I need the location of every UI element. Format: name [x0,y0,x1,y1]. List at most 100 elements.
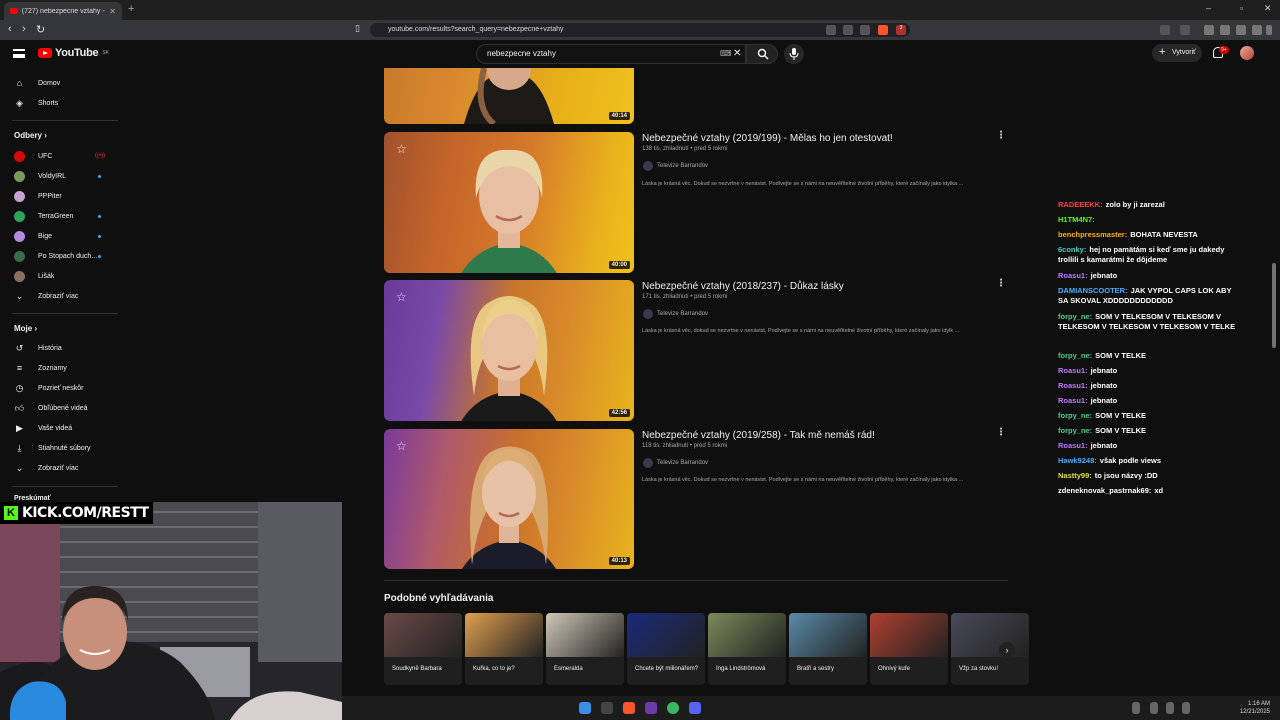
voice-search-button[interactable] [784,44,804,64]
video-title[interactable]: Nebezpečné vztahy (2019/258) - Tak mě ne… [642,430,875,441]
chat-username[interactable]: Roasu1: [1058,396,1088,405]
sidebar-show-more-you[interactable]: ⌄ Zobraziť viac [0,458,118,478]
sidebar-item-voldyirl[interactable]: VoldyIRL [0,166,118,186]
sidebar-item-shorts[interactable]: ◈ Shorts [0,93,118,113]
new-tab-icon[interactable]: + [128,3,134,15]
channel-name[interactable]: Televize Barrandov [657,460,708,466]
chat-username[interactable]: forpy_ne: [1058,351,1092,360]
related-search-card[interactable]: Ohnivý kuře [870,613,948,685]
sidebar-item-pppiter[interactable]: PPPiter [0,186,118,206]
video-thumbnail[interactable]: 40:14 [384,68,634,124]
hamburger-menu-icon[interactable] [13,49,25,58]
mic-tray-icon[interactable] [1150,702,1158,714]
you-heading[interactable]: Moje › [14,324,37,333]
create-button[interactable]: Vytvoriť [1152,43,1202,62]
page-scrollbar[interactable] [1272,68,1276,696]
extension-badge-icon[interactable]: 3 [896,25,906,35]
sidebar-item-lisak[interactable]: Lišák [0,266,118,286]
chat-username[interactable]: Roasu1: [1058,366,1088,375]
clear-search-icon[interactable]: ✕ [733,45,741,63]
discord-icon[interactable] [689,702,701,714]
wallet-icon[interactable] [1180,25,1190,35]
minimize-icon[interactable]: – [1206,3,1211,13]
app-icon[interactable] [667,702,679,714]
chat-username[interactable]: Roasu1: [1058,271,1088,280]
related-search-card[interactable]: Kuřka, co to je? [465,613,543,685]
share-icon[interactable] [860,25,870,35]
task-view-icon[interactable] [601,702,613,714]
close-tab-icon[interactable]: ✕ [109,7,116,16]
sidebar-show-more-subs[interactable]: ⌄ Zobraziť viac [0,286,118,306]
start-icon[interactable] [579,702,591,714]
chat-username[interactable]: forpy_ne: [1058,411,1092,420]
sidebar-item-history[interactable]: ↺ História [0,338,118,358]
keyboard-icon[interactable]: ⌨ [720,45,732,63]
maximize-icon[interactable]: ▫ [1240,3,1243,13]
chat-username[interactable]: 6conky: [1058,245,1086,254]
translate-icon[interactable] [843,25,853,35]
browser-tab[interactable]: (727) nebezpecne vztahy - YouTube ✕ [4,2,122,20]
related-search-card[interactable]: Bratři a sestry [789,613,867,685]
bookmark-icon[interactable]: ▯ [355,23,360,34]
sidebar-item-watch-later[interactable]: ◷ Pozrieť neskôr [0,378,118,398]
chat-username[interactable]: Hawk9248: [1058,456,1097,465]
related-search-card[interactable]: Soudkyně Barbara [384,613,462,685]
chat-username[interactable]: RADEEEKK: [1058,200,1103,209]
channel-avatar[interactable] [643,309,653,319]
reload-icon[interactable]: ↻ [36,23,45,36]
sidebar-item-home[interactable]: ⌂ Domov [0,73,118,93]
channel-name[interactable]: Televize Barrandov [657,163,708,169]
related-search-card[interactable]: Inga Lindströmová [708,613,786,685]
more-actions-icon[interactable]: ⋮ [996,427,1006,438]
volume-icon[interactable] [1182,702,1190,714]
vpn-icon[interactable] [1252,25,1262,35]
sidebar-item-your-videos[interactable]: ▶ Vaše videá [0,418,118,438]
sidebar-item-ufc[interactable]: UFC ((•)) [0,146,118,166]
chat-username[interactable]: zdeneknovak_pastrnak69: [1058,486,1151,495]
related-search-card[interactable]: Vžp za stovku! [951,613,1029,685]
forward-icon[interactable]: › [22,23,26,35]
tray-chevron-icon[interactable] [1132,702,1140,714]
related-search-card[interactable]: Chcete být milionářem? [627,613,705,685]
window-close-icon[interactable]: ✕ [1264,3,1272,14]
video-thumbnail[interactable]: ☆ 40:13 [384,429,634,569]
more-actions-icon[interactable]: ⋮ [996,130,1006,141]
video-title[interactable]: Nebezpečné vztahy (2018/237) - Důkaz lás… [642,281,844,292]
chat-username[interactable]: H1TM4N7: [1058,215,1095,224]
scrollbar-thumb[interactable] [1272,263,1276,348]
sidebar-item-terragreen[interactable]: TerraGreen [0,206,118,226]
chat-username[interactable]: forpy_ne: [1058,312,1092,321]
back-icon[interactable]: ‹ [8,23,12,35]
wifi-icon[interactable] [1166,702,1174,714]
extensions-icon[interactable] [1160,25,1170,35]
cast-icon[interactable] [826,25,836,35]
video-title[interactable]: Nebezpečné vztahy (2019/199) - Mělas ho … [642,133,893,144]
brave-browser-icon[interactable] [623,702,635,714]
chat-username[interactable]: Roasu1: [1058,441,1088,450]
channel-avatar[interactable] [643,161,653,171]
more-actions-icon[interactable]: ⋮ [996,278,1006,289]
chat-username[interactable]: benchpressmaster: [1058,230,1127,239]
leo-icon[interactable] [1236,25,1246,35]
tab-search-icon[interactable] [1220,25,1230,35]
channel-avatar[interactable] [643,458,653,468]
video-thumbnail[interactable]: ☆ 40:00 [384,132,634,273]
sidebar-item-po-stopach[interactable]: Po Stopach duch... [0,246,118,266]
video-thumbnail[interactable]: ☆ 42:56 [384,280,634,421]
chat-username[interactable]: DAMIANSCOOTER: [1058,286,1128,295]
search-input[interactable]: nebezpecne vztahy ⌨ ✕ [476,44,746,64]
chat-username[interactable]: Roasu1: [1058,381,1088,390]
sidebar-item-bige[interactable]: Bige [0,226,118,246]
sidebar-item-liked[interactable]: 👍︎ Obľúbené videá [0,398,118,418]
search-button[interactable] [746,44,778,64]
sidebar-item-playlists[interactable]: ≡ Zoznamy [0,358,118,378]
brave-shield-icon[interactable] [878,25,888,35]
sidebar-item-downloads[interactable]: ⤓ Stiahnuté súbory [0,438,118,458]
subscriptions-heading[interactable]: Odbery › [14,131,47,140]
system-clock[interactable]: 1:16 AM 12/21/2025 [1240,700,1270,716]
chat-username[interactable]: forpy_ne: [1058,426,1092,435]
channel-name[interactable]: Televize Barrandov [657,311,708,317]
app-icon[interactable] [645,702,657,714]
next-arrow-icon[interactable]: › [999,642,1015,658]
account-avatar[interactable] [1240,46,1254,60]
